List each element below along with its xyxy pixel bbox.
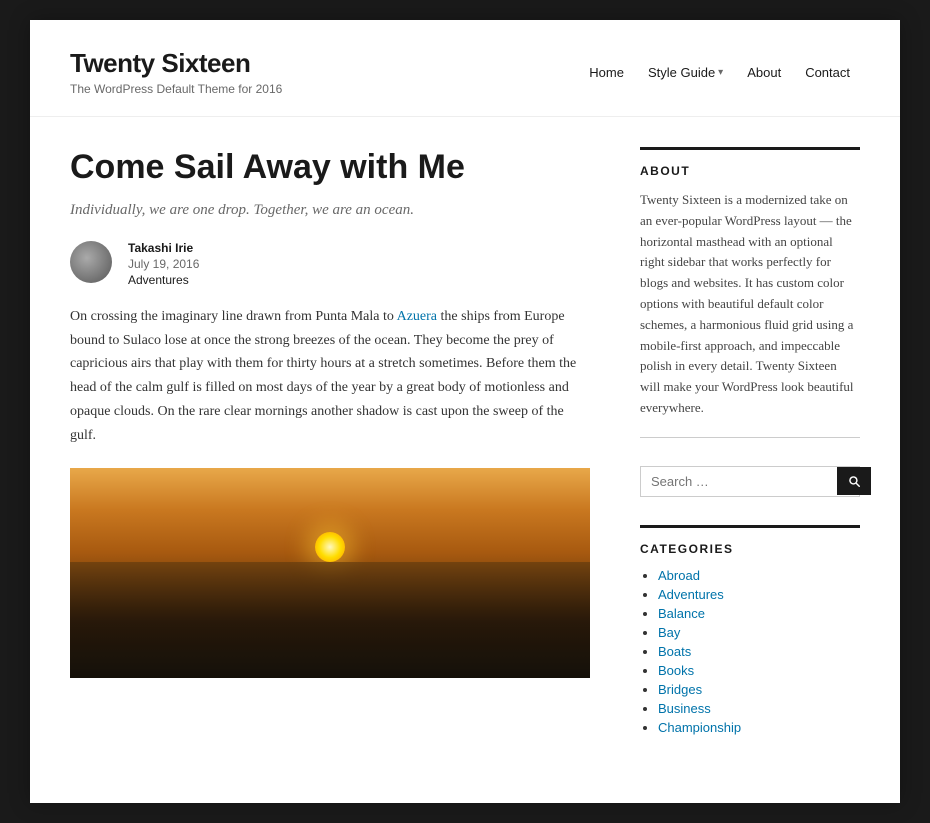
about-divider bbox=[640, 147, 860, 150]
list-item: Adventures bbox=[658, 587, 860, 602]
site-title[interactable]: Twenty Sixteen bbox=[70, 48, 282, 79]
list-item: Boats bbox=[658, 644, 860, 659]
search-input[interactable] bbox=[641, 467, 837, 496]
list-item: Championship bbox=[658, 720, 860, 735]
categories-list: Abroad Adventures Balance Bay Boats Books Brid… bbox=[640, 568, 860, 735]
list-item: Abroad bbox=[658, 568, 860, 583]
sidebar-search-section bbox=[640, 466, 860, 497]
azuera-link[interactable]: Azuera bbox=[397, 309, 437, 324]
content-area: Come Sail Away with Me Individually, we … bbox=[30, 117, 900, 803]
avatar-image bbox=[70, 241, 112, 283]
category-link[interactable]: Championship bbox=[658, 720, 741, 735]
list-item: Books bbox=[658, 663, 860, 678]
category-link[interactable]: Bay bbox=[658, 625, 680, 640]
post-author[interactable]: Takashi Irie bbox=[128, 241, 199, 255]
list-item: Bridges bbox=[658, 682, 860, 697]
search-row bbox=[640, 466, 860, 497]
water-overlay bbox=[70, 562, 590, 678]
search-button[interactable] bbox=[837, 467, 871, 495]
post-meta-row: Takashi Irie July 19, 2016 Adventures bbox=[70, 241, 590, 287]
category-link[interactable]: Books bbox=[658, 663, 694, 678]
sidebar-categories-section: CATEGORIES Abroad Adventures Balance Bay Boa… bbox=[640, 525, 860, 735]
list-item: Bay bbox=[658, 625, 860, 640]
nav-style-guide[interactable]: Style Guide ▾ bbox=[638, 59, 733, 86]
category-link[interactable]: Boats bbox=[658, 644, 691, 659]
about-divider-bottom bbox=[640, 437, 860, 438]
sidebar: ABOUT Twenty Sixteen is a modernized tak… bbox=[640, 147, 860, 763]
site-wrapper: Twenty Sixteen The WordPress Default The… bbox=[30, 20, 900, 803]
categories-divider bbox=[640, 525, 860, 528]
chevron-down-icon: ▾ bbox=[718, 67, 723, 78]
nav-contact[interactable]: Contact bbox=[795, 59, 860, 86]
main-content: Come Sail Away with Me Individually, we … bbox=[70, 147, 590, 763]
site-branding: Twenty Sixteen The WordPress Default The… bbox=[70, 48, 282, 96]
search-icon bbox=[847, 474, 861, 488]
list-item: Balance bbox=[658, 606, 860, 621]
category-link[interactable]: Adventures bbox=[658, 587, 724, 602]
avatar bbox=[70, 241, 112, 283]
about-heading: ABOUT bbox=[640, 164, 860, 178]
categories-heading: CATEGORIES bbox=[640, 542, 860, 556]
post-title: Come Sail Away with Me bbox=[70, 147, 590, 188]
list-item: Business bbox=[658, 701, 860, 716]
nav-about[interactable]: About bbox=[737, 59, 791, 86]
post-meta: Takashi Irie July 19, 2016 Adventures bbox=[128, 241, 199, 287]
main-nav: Home Style Guide ▾ About Contact bbox=[579, 59, 860, 86]
site-header: Twenty Sixteen The WordPress Default The… bbox=[30, 20, 900, 117]
category-link[interactable]: Balance bbox=[658, 606, 705, 621]
category-link[interactable]: Business bbox=[658, 701, 711, 716]
post-tagline: Individually, we are one drop. Together,… bbox=[70, 202, 590, 219]
post-image bbox=[70, 468, 590, 678]
post-body: On crossing the imaginary line drawn fro… bbox=[70, 305, 590, 448]
category-link[interactable]: Abroad bbox=[658, 568, 700, 583]
nav-home[interactable]: Home bbox=[579, 59, 634, 86]
category-link[interactable]: Bridges bbox=[658, 682, 702, 697]
about-text: Twenty Sixteen is a modernized take on a… bbox=[640, 190, 860, 419]
post-date: July 19, 2016 bbox=[128, 257, 199, 271]
site-description: The WordPress Default Theme for 2016 bbox=[70, 82, 282, 96]
sidebar-about-section: ABOUT Twenty Sixteen is a modernized tak… bbox=[640, 147, 860, 438]
sun-decoration bbox=[315, 532, 345, 562]
post-category[interactable]: Adventures bbox=[128, 273, 199, 287]
